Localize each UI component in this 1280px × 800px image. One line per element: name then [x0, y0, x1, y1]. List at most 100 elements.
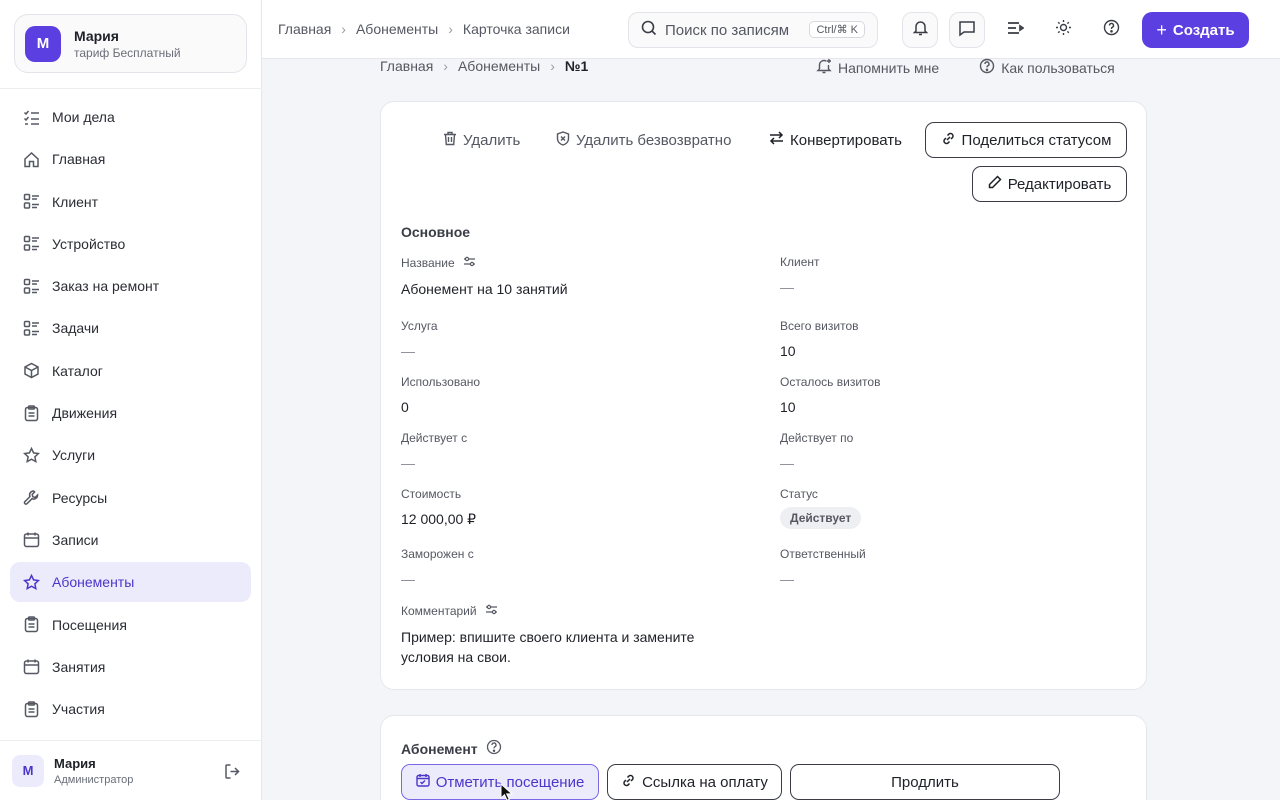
sidebar-item-subscriptions[interactable]: Абонементы: [10, 562, 251, 603]
breadcrumb-link-subscriptions[interactable]: Абонементы: [356, 21, 438, 37]
breadcrumb-current: Карточка записи: [462, 21, 570, 37]
chevron-right-icon: ›: [443, 58, 448, 74]
search-input[interactable]: [665, 21, 800, 39]
help-icon: [979, 58, 1001, 77]
sidebar-item-tasks[interactable]: Задачи: [10, 308, 251, 348]
sidebar-item-records[interactable]: Записи: [10, 520, 251, 560]
chevron-right-icon: ›: [448, 21, 453, 37]
search-shortcut: Ctrl/⌘ K: [809, 21, 865, 38]
sidebar-item-catalog[interactable]: Каталог: [10, 351, 251, 391]
field-label: Комментарий: [401, 604, 477, 618]
sidebar-item-services[interactable]: Услуги: [10, 435, 251, 475]
sidebar-item-repair-order[interactable]: Заказ на ремонт: [10, 266, 251, 306]
sidebar-nav: Мои дела Главная Клиент Устройство Заказ…: [10, 97, 251, 731]
account-plan: тариф Бесплатный: [74, 45, 181, 60]
clipboard-icon: [22, 404, 40, 422]
share-status-button[interactable]: Поделиться статусом: [925, 122, 1127, 158]
help-icon[interactable]: [478, 739, 502, 758]
breadcrumb-current: №1: [564, 58, 589, 74]
delete-label: Удалить: [463, 132, 521, 149]
field-price: Стоимость 12 000,00 ₽: [401, 487, 741, 529]
sun-icon: [1055, 19, 1072, 41]
sidebar-item-my-tasks[interactable]: Мои дела: [10, 97, 251, 137]
sidebar-item-home[interactable]: Главная: [10, 139, 251, 179]
list-icon: [22, 277, 40, 295]
bell-plus-icon: [816, 58, 838, 77]
sidebar-item-movements[interactable]: Движения: [10, 393, 251, 433]
messages-button[interactable]: [949, 12, 985, 48]
sidebar-item-device[interactable]: Устройство: [10, 224, 251, 264]
sidebar-item-participations[interactable]: Участия: [10, 689, 251, 729]
create-button-label: Создать: [1172, 21, 1235, 39]
help-button[interactable]: [1093, 12, 1129, 48]
remind-me-link[interactable]: Напомнить мне: [816, 58, 939, 77]
payment-link-button[interactable]: Ссылка на оплату: [607, 764, 782, 800]
list-icon: [22, 193, 40, 211]
sidebar-item-classes[interactable]: Занятия: [10, 647, 251, 687]
sidebar-item-client[interactable]: Клиент: [10, 182, 251, 222]
field-valid-from: Действует с —: [401, 431, 741, 473]
convert-button[interactable]: Конвертировать: [769, 131, 902, 149]
section-title-subscription: Абонемент: [401, 739, 502, 758]
how-to-use-link[interactable]: Как пользоваться: [979, 58, 1115, 77]
field-label: Клиент: [780, 255, 820, 269]
calendar-icon: [22, 658, 40, 676]
list-icon: [22, 235, 40, 253]
field-name: Название Абонемент на 10 занятий: [401, 255, 741, 299]
search-icon: [641, 20, 657, 41]
notifications-button[interactable]: [902, 12, 938, 48]
field-value: Абонемент на 10 занятий: [401, 281, 568, 297]
edit-button[interactable]: Редактировать: [972, 166, 1127, 202]
sidebar-item-label: Мои дела: [52, 109, 115, 125]
field-label: Использовано: [401, 375, 481, 389]
field-total-visits: Всего визитов 10: [780, 319, 1120, 361]
field-label: Действует с: [401, 431, 468, 445]
sidebar-item-visits[interactable]: Посещения: [10, 605, 251, 645]
search-box[interactable]: Ctrl/⌘ K: [628, 12, 878, 48]
theme-toggle-button[interactable]: [1045, 12, 1081, 48]
page-breadcrumb: Главная › Абонементы › №1: [380, 58, 588, 74]
create-button[interactable]: + Создать: [1142, 12, 1249, 48]
field-value: —: [401, 455, 415, 471]
sidebar-item-label: Услуги: [52, 447, 96, 464]
sidebar-item-label: Абонементы: [52, 574, 135, 591]
sidebar-item-label: Каталог: [52, 362, 103, 379]
sidebar-item-label: Ресурсы: [52, 489, 108, 506]
menu-toggle-button[interactable]: [997, 12, 1033, 48]
field-label: Ответственный: [780, 547, 866, 561]
record-card: Удалить Удалить безвозвратно Конвертиров…: [380, 101, 1147, 690]
breadcrumb-link-subscriptions[interactable]: Абонементы: [458, 58, 540, 74]
delete-forever-label: Удалить безвозвратно: [576, 132, 732, 149]
breadcrumb-link-home[interactable]: Главная: [380, 58, 433, 74]
extend-label: Продлить: [891, 773, 959, 791]
sidebar-item-label: Участия: [52, 701, 105, 718]
sliders-icon[interactable]: [477, 603, 498, 619]
user-name: Мария: [54, 755, 96, 771]
pencil-icon: [988, 175, 1008, 193]
sliders-icon[interactable]: [455, 255, 476, 271]
list-icon: [22, 319, 40, 337]
link-icon: [621, 773, 642, 792]
star-icon: [22, 573, 40, 591]
field-value: 10: [780, 343, 796, 359]
account-avatar: М: [25, 25, 61, 62]
status-badge: Действует: [780, 507, 862, 529]
user-role: Администратор: [54, 773, 134, 786]
breadcrumb-link-home[interactable]: Главная: [278, 21, 331, 37]
star-icon: [22, 446, 40, 464]
extend-button[interactable]: Продлить: [790, 764, 1060, 800]
sidebar-item-resources[interactable]: Ресурсы: [10, 478, 251, 518]
delete-forever-button[interactable]: Удалить безвозвратно: [556, 131, 731, 150]
field-value: —: [401, 343, 415, 359]
field-label: Стоимость: [401, 487, 462, 501]
sidebar-item-label: Главная: [52, 151, 106, 168]
field-value: —: [401, 571, 415, 587]
logout-icon[interactable]: [224, 763, 241, 785]
field-label: Действует по: [780, 431, 854, 445]
plus-icon: +: [1156, 19, 1167, 40]
section-title-label: Абонемент: [401, 740, 478, 757]
delete-button[interactable]: Удалить: [443, 131, 520, 150]
calendar-icon: [22, 531, 40, 549]
sidebar-item-label: Задачи: [52, 320, 100, 337]
account-switcher[interactable]: М Мария тариф Бесплатный: [14, 14, 247, 73]
